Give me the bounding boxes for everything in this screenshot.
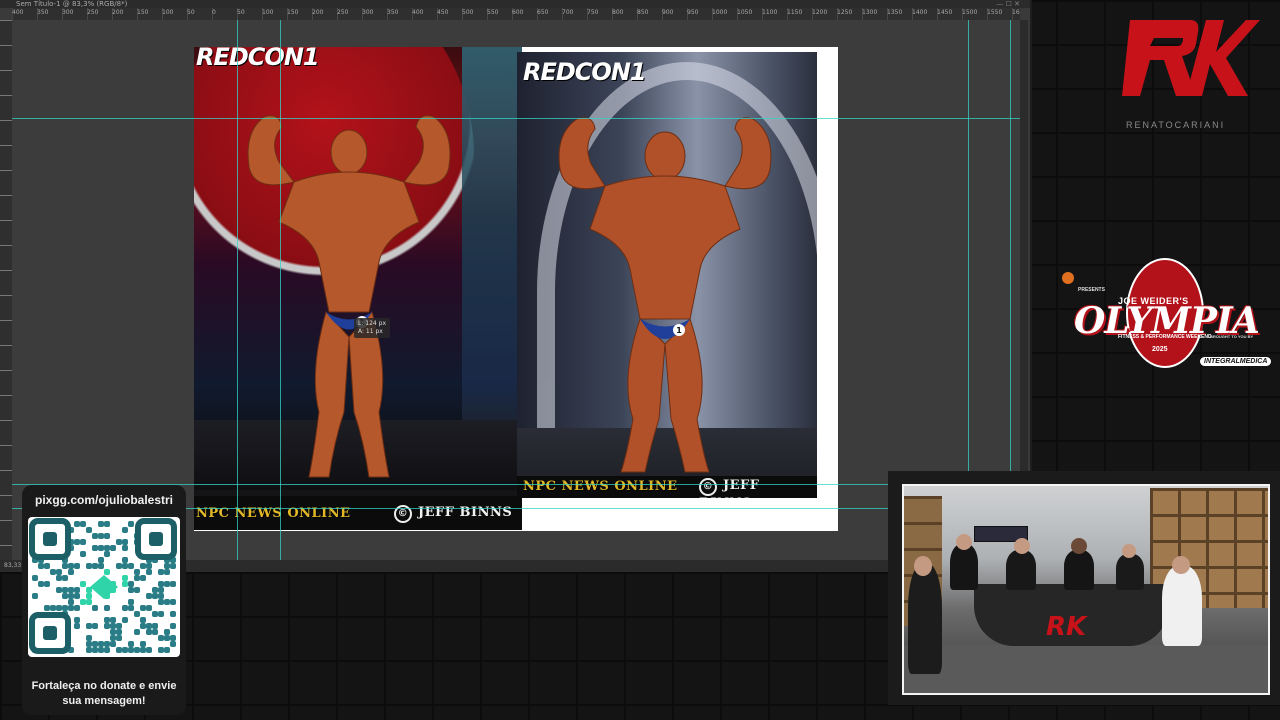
donation-url[interactable]: pixgg.com/ojuliobalestri — [22, 493, 186, 507]
ruler-label: 400 — [412, 9, 424, 16]
ruler-label: 750 — [587, 9, 599, 16]
left-bodybuilder-photo[interactable]: 1 REDCON1 NPC NEWS ONLINE ©JEFF BINNS — [194, 47, 522, 530]
ruler-label: 450 — [437, 9, 449, 16]
host-person — [1006, 550, 1036, 590]
brand-logo-redcon1: REDCON1 — [196, 47, 320, 71]
webcam-feed: RK — [902, 484, 1270, 695]
ruler-label: 300 — [62, 9, 74, 16]
ruler-label: 400 — [12, 9, 24, 16]
ruler-label: 50 — [237, 9, 245, 16]
host-person — [1116, 554, 1144, 590]
photographer-credit: ©JEFF BINNS — [699, 478, 817, 498]
rk-logo-icon — [1122, 20, 1260, 96]
ruler-label: 1400 — [912, 9, 928, 16]
athlete-figure: 1 — [247, 115, 451, 478]
brand-logo-redcon1: REDCON1 — [523, 58, 647, 86]
donation-message: Fortaleça no donate e envie sua mensagem… — [31, 680, 177, 707]
ruler-label: 100 — [162, 9, 174, 16]
ruler-label: 550 — [487, 9, 499, 16]
olympia-presents: PRESENTS — [1078, 287, 1105, 293]
qr-code-graphic — [29, 518, 177, 654]
ruler-label: 150 — [137, 9, 149, 16]
window-controls[interactable]: — ☐ ✕ — [996, 0, 1020, 8]
ruler-label: 300 — [362, 9, 374, 16]
sponsor-logo: INTEGRALMEDICA — [1200, 357, 1272, 366]
ruler-label: 350 — [37, 9, 49, 16]
ruler-label: 200 — [312, 9, 324, 16]
athlete-figure: 1 — [558, 117, 772, 473]
desk-rk-logo: RK — [1046, 612, 1087, 642]
window-title: Sem Título-1 @ 83,3% (RGB/8*) — [0, 0, 1030, 8]
ruler-label: 1500 — [962, 9, 978, 16]
ruler-label: 650 — [537, 9, 549, 16]
ruler-label: 1300 — [862, 9, 878, 16]
measure-tooltip: L: 124 px A: 11 px — [354, 318, 390, 338]
donation-panel: pixgg.com/ojuliobalestri Fortaleça no do… — [22, 485, 186, 715]
ruler-label: 800 — [612, 9, 624, 16]
ruler-label: 1200 — [812, 9, 828, 16]
zoom-level[interactable]: 83,33 — [4, 562, 21, 569]
photo-credit-bar: NPC NEWS ONLINE ©JEFF BINNS — [194, 496, 522, 530]
host-person — [950, 544, 978, 590]
ruler-label: 350 — [387, 9, 399, 16]
ruler-label: 1050 — [737, 9, 753, 16]
ruler-label: 1550 — [987, 9, 1003, 16]
ruler-label: 150 — [287, 9, 299, 16]
ruler-label: 850 — [637, 9, 649, 16]
olympia-subtitle: FITNESS & PERFORMANCE WEEKEND — [1118, 334, 1212, 340]
guide-line[interactable] — [237, 20, 238, 560]
host-person — [1064, 550, 1094, 590]
ruler-label: 900 — [662, 9, 674, 16]
host-head — [1122, 544, 1136, 558]
ruler-label: 50 — [187, 9, 195, 16]
olympia-brought-by: BROUGHT TO YOU BY — [1210, 334, 1254, 339]
photo-credit-bar: NPC NEWS ONLINE ©JEFF BINNS — [517, 476, 817, 498]
ruler-label: 500 — [462, 9, 474, 16]
guide-line[interactable] — [280, 20, 281, 560]
olympia-year: 2025 — [1152, 346, 1168, 353]
ruler-label: 1450 — [937, 9, 953, 16]
ruler-labels: 400 350 300 250 200 150 100 50 0 50 100 150 200 250 30… — [12, 9, 1020, 16]
ruler-label: 700 — [562, 9, 574, 16]
host-person — [908, 564, 942, 674]
ruler-label: 200 — [112, 9, 124, 16]
ruler-label: 1100 — [762, 9, 778, 16]
host-head — [1071, 538, 1087, 554]
channel-name: RENATOCARIANI — [1126, 120, 1226, 130]
npc-news-credit: NPC NEWS ONLINE — [523, 479, 678, 494]
guide-line[interactable] — [12, 118, 1020, 119]
ruler-label: 950 — [687, 9, 699, 16]
host-head — [1172, 556, 1190, 574]
host-person — [1162, 566, 1202, 646]
ruler-label: 1350 — [887, 9, 903, 16]
ruler-label: 250 — [337, 9, 349, 16]
host-head — [1014, 538, 1030, 554]
qr-code — [28, 517, 180, 657]
ruler-label: 1150 — [787, 9, 803, 16]
ruler-label: 1000 — [712, 9, 728, 16]
ruler-label: 1250 — [837, 9, 853, 16]
ruler-label: 250 — [87, 9, 99, 16]
ruler-label: 0 — [212, 9, 216, 16]
copyright-icon: © — [699, 478, 717, 496]
svg-text:1: 1 — [676, 326, 682, 335]
ruler-label: 1600 — [1012, 9, 1020, 16]
host-head — [914, 556, 932, 576]
ruler-label: 100 — [262, 9, 274, 16]
ruler-label: 600 — [512, 9, 524, 16]
host-head — [956, 534, 972, 550]
